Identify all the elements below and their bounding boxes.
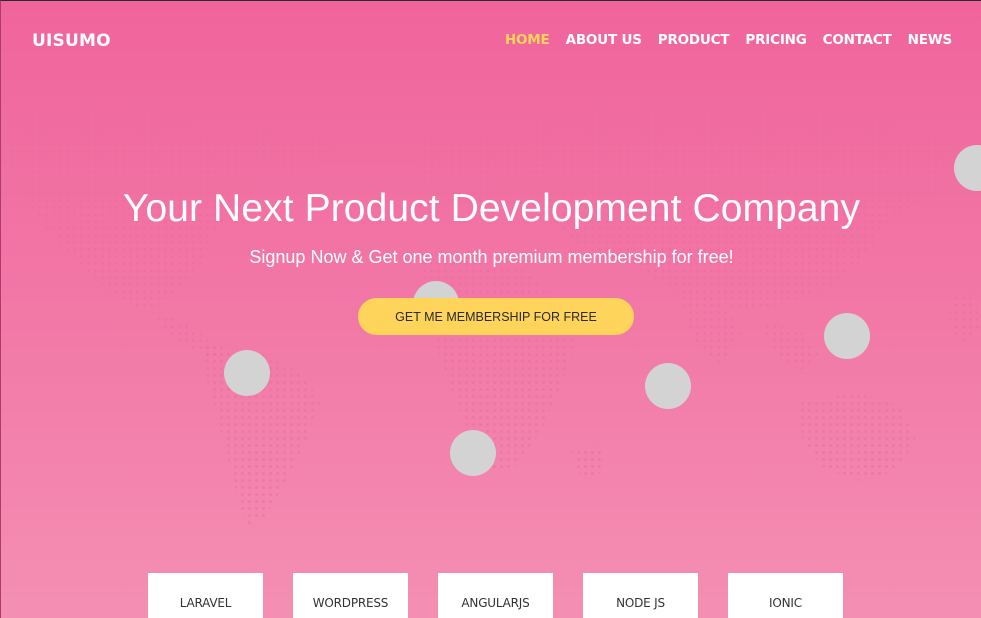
decorative-bubble — [645, 363, 691, 409]
decorative-bubble — [824, 313, 870, 359]
nav-link-home[interactable]: HOME — [505, 32, 550, 48]
tech-card-label: NODE JS — [616, 596, 665, 610]
tech-card-ionic[interactable]: IONIC — [728, 573, 843, 618]
nav-link-pricing[interactable]: PRICING — [745, 32, 806, 48]
tech-card-angularjs[interactable]: ANGULARJS — [438, 573, 553, 618]
tech-card-laravel[interactable]: LARAVEL — [148, 573, 263, 618]
nav-link-contact[interactable]: CONTACT — [823, 32, 892, 48]
top-navbar: UISUMO HOME ABOUT US PRODUCT PRICING CON… — [1, 1, 981, 83]
nav-link-product[interactable]: PRODUCT — [658, 32, 730, 48]
main-nav: HOME ABOUT US PRODUCT PRICING CONTACT NE… — [505, 32, 952, 48]
nav-link-news[interactable]: NEWS — [908, 32, 953, 48]
landing-page: UISUMO HOME ABOUT US PRODUCT PRICING CON… — [0, 0, 981, 618]
tech-card-label: ANGULARJS — [461, 596, 530, 610]
tech-card-label: IONIC — [769, 596, 802, 610]
brand-logo[interactable]: UISUMO — [32, 31, 111, 51]
decorative-bubble — [450, 430, 496, 476]
decorative-bubble — [224, 350, 270, 396]
technology-cards: LARAVEL WORDPRESS ANGULARJS NODE JS IONI… — [148, 573, 843, 618]
tech-card-label: LARAVEL — [179, 596, 232, 610]
tech-card-nodejs[interactable]: NODE JS — [583, 573, 698, 618]
hero-subtitle: Signup Now & Get one month premium membe… — [249, 247, 734, 267]
tech-card-label: WORDPRESS — [312, 596, 389, 610]
tech-card-wordpress[interactable]: WORDPRESS — [293, 573, 408, 618]
nav-link-about-us[interactable]: ABOUT US — [566, 32, 642, 48]
hero-title: Your Next Product Development Company — [122, 187, 861, 230]
get-membership-button[interactable]: GET ME MEMBERSHIP FOR FREE — [358, 298, 634, 335]
